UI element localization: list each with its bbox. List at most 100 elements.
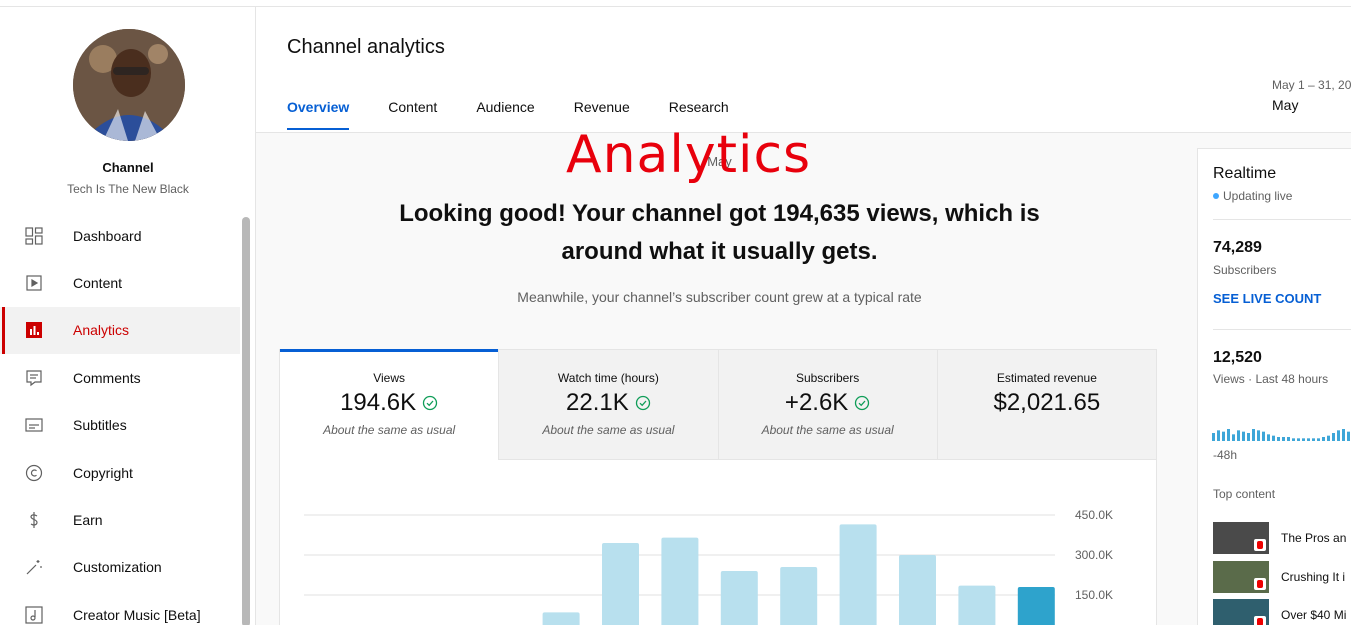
metric-value-row: $2,021.65 xyxy=(938,389,1156,417)
metric-value-row: +2.6K xyxy=(719,389,937,417)
sparkline-bar xyxy=(1242,431,1245,441)
metric-views[interactable]: Views 194.6K About the same as usual xyxy=(280,349,500,460)
tab-audience[interactable]: Audience xyxy=(476,99,534,130)
metric-watch-time[interactable]: Watch time (hours) 22.1K About the same … xyxy=(499,350,719,460)
sparkline-bar xyxy=(1257,430,1260,441)
shorts-badge-icon xyxy=(1254,616,1266,625)
top-content-label: Top content xyxy=(1213,487,1276,501)
chart-bar[interactable] xyxy=(780,567,818,625)
date-range-text[interactable]: May 1 – 31, 20 xyxy=(1272,78,1351,92)
chart-bar[interactable] xyxy=(602,543,639,625)
sparkline-bar xyxy=(1272,435,1275,441)
sidebar-item-dashboard[interactable]: Dashboard xyxy=(0,212,240,259)
sidebar-nav: Dashboard Content Analytics Comments Sub… xyxy=(0,212,240,625)
realtime-status: Updating live xyxy=(1213,189,1292,203)
metric-estimated-revenue[interactable]: Estimated revenue $2,021.65 xyxy=(937,350,1156,460)
metric-value: 22.1K xyxy=(566,389,629,416)
sidebar-item-earn[interactable]: Earn xyxy=(0,496,240,543)
sparkline-bar xyxy=(1302,438,1305,441)
avatar-image xyxy=(73,29,185,141)
metric-subscribers[interactable]: Subscribers +2.6K About the same as usua… xyxy=(718,350,938,460)
tab-content[interactable]: Content xyxy=(388,99,437,130)
channel-avatar[interactable] xyxy=(73,29,185,141)
video-thumbnail xyxy=(1213,599,1269,625)
sparkline-bar xyxy=(1247,433,1250,441)
sparkline-bar xyxy=(1222,431,1225,441)
sidebar-item-copyright[interactable]: Copyright xyxy=(0,449,240,496)
top-content-title: Crushing It i xyxy=(1281,570,1346,584)
chart-bar[interactable] xyxy=(958,585,996,625)
chart-bar[interactable] xyxy=(542,612,580,625)
chart-bar[interactable] xyxy=(1017,587,1055,625)
check-circle-icon xyxy=(423,395,438,411)
realtime-divider xyxy=(1213,219,1351,220)
sidebar-item-label: Dashboard xyxy=(73,227,142,244)
metric-label: Views xyxy=(373,371,406,385)
overlay-caption: Analytics xyxy=(566,125,812,185)
sidebar-item-creator-music[interactable]: Creator Music [Beta] xyxy=(0,591,240,625)
sidebar-item-analytics[interactable]: Analytics xyxy=(0,306,240,355)
sparkline-bar xyxy=(1297,438,1300,441)
tab-overview[interactable]: Overview xyxy=(287,99,350,130)
video-thumbnail xyxy=(1213,561,1269,593)
chart-bar[interactable] xyxy=(839,524,877,625)
check-circle-icon xyxy=(855,395,870,411)
headline-line-2: around what it usually gets. xyxy=(561,238,878,265)
realtime-divider xyxy=(1213,329,1351,330)
sidebar-item-customization[interactable]: Customization xyxy=(0,544,240,591)
top-content-title: The Pros an xyxy=(1281,531,1347,545)
sparkline-bar xyxy=(1237,430,1240,441)
headline-line-1: Looking good! Your channel got 194,635 v… xyxy=(399,200,1040,227)
analytics-icon xyxy=(26,322,42,339)
comments-icon xyxy=(26,370,42,387)
realtime-views-value: 12,520 xyxy=(1213,349,1262,366)
sparkline-bar xyxy=(1347,431,1350,441)
sparkline-bar xyxy=(1332,433,1335,441)
metric-tabs: Views 194.6K About the same as usual Wat… xyxy=(280,349,1156,460)
channel-name: Tech Is The New Black xyxy=(67,182,189,196)
metric-note: About the same as usual xyxy=(542,423,675,437)
realtime-card: Realtime Updating live 74,289 Subscriber… xyxy=(1197,148,1351,625)
chart-bar[interactable] xyxy=(720,571,758,625)
sparkline-bar xyxy=(1312,438,1315,441)
chart-bar[interactable] xyxy=(899,555,936,625)
sidebar-item-subtitles[interactable]: Subtitles xyxy=(0,402,240,449)
page-title: Channel analytics xyxy=(287,36,445,58)
metric-label: Estimated revenue xyxy=(996,371,1097,385)
top-content-item[interactable]: The Pros an xyxy=(1213,522,1346,554)
live-dot-icon xyxy=(1213,193,1219,199)
sparkline-bar xyxy=(1252,429,1255,441)
creator-music-icon xyxy=(25,606,43,624)
metric-note: About the same as usual xyxy=(761,423,894,437)
sparkline-bar xyxy=(1267,434,1270,441)
sidebar-item-label: Comments xyxy=(73,369,141,386)
dashboard-icon xyxy=(25,227,43,245)
sidebar-item-comments[interactable]: Comments xyxy=(0,354,240,401)
check-circle-icon xyxy=(635,395,650,411)
realtime-status-text: Updating live xyxy=(1223,189,1293,203)
metric-value: +2.6K xyxy=(784,389,849,416)
top-content-item[interactable]: Over $40 Mi xyxy=(1213,599,1346,625)
sparkline-bar xyxy=(1337,430,1340,441)
date-range-label[interactable]: May xyxy=(1272,97,1298,113)
sparkline-bar xyxy=(1287,437,1290,441)
chart-y-tick-label: 150.0K xyxy=(1075,588,1113,602)
sparkline-bar xyxy=(1262,431,1265,441)
metric-value: 194.6K xyxy=(340,389,417,416)
sparkline-bar xyxy=(1217,430,1220,441)
chart-bar[interactable] xyxy=(661,537,699,625)
sidebar-item-label: Subtitles xyxy=(73,417,127,434)
see-live-count-link[interactable]: SEE LIVE COUNT xyxy=(1213,291,1321,306)
sidebar-item-label: Earn xyxy=(73,512,103,529)
shorts-badge-icon xyxy=(1254,578,1266,590)
top-content-item[interactable]: Crushing It i xyxy=(1213,561,1345,593)
sidebar-item-label: Creator Music [Beta] xyxy=(73,606,201,623)
shorts-badge-icon xyxy=(1254,539,1266,551)
sidebar-scrollbar[interactable] xyxy=(242,217,250,625)
sparkline-bar xyxy=(1327,435,1330,441)
metric-value: $2,021.65 xyxy=(993,389,1101,416)
sidebar-item-content[interactable]: Content xyxy=(0,259,240,306)
metric-note: About the same as usual xyxy=(323,423,456,437)
sidebar-item-label: Content xyxy=(73,275,123,292)
sparkline-bar xyxy=(1322,437,1325,441)
